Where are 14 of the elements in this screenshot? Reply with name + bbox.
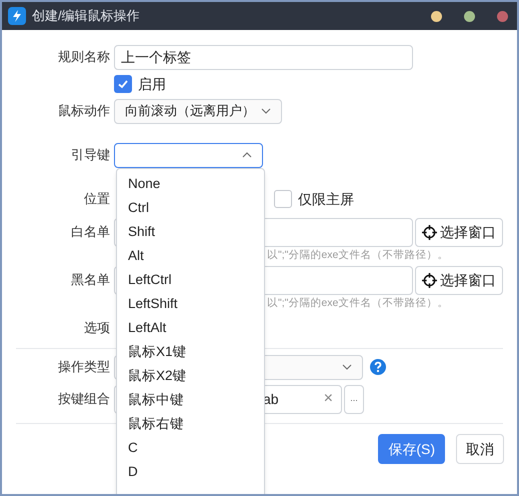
checkbox-label: 仅限主屏 <box>298 190 354 208</box>
hint-text: 以";"分隔的exe文件名（不带路径）。 <box>267 296 448 312</box>
field-label: 黑名单 <box>71 271 110 290</box>
field-label: 按键组合 <box>58 390 110 408</box>
hint-text: 以";"分隔的exe文件名（不带路径）。 <box>267 248 448 264</box>
field-label: 白名单 <box>71 223 110 242</box>
field-label: 位置 <box>84 190 110 208</box>
field-label: 选项 <box>84 319 110 338</box>
checkbox-label: 启用 <box>138 74 166 94</box>
field-label: 规则名称 <box>58 48 110 66</box>
window-title: 创建/编辑鼠标操作 <box>32 7 140 26</box>
field-label: 操作类型 <box>58 358 110 376</box>
field-label: 引导键 <box>71 146 110 164</box>
field-label: 鼠标动作 <box>58 102 110 120</box>
